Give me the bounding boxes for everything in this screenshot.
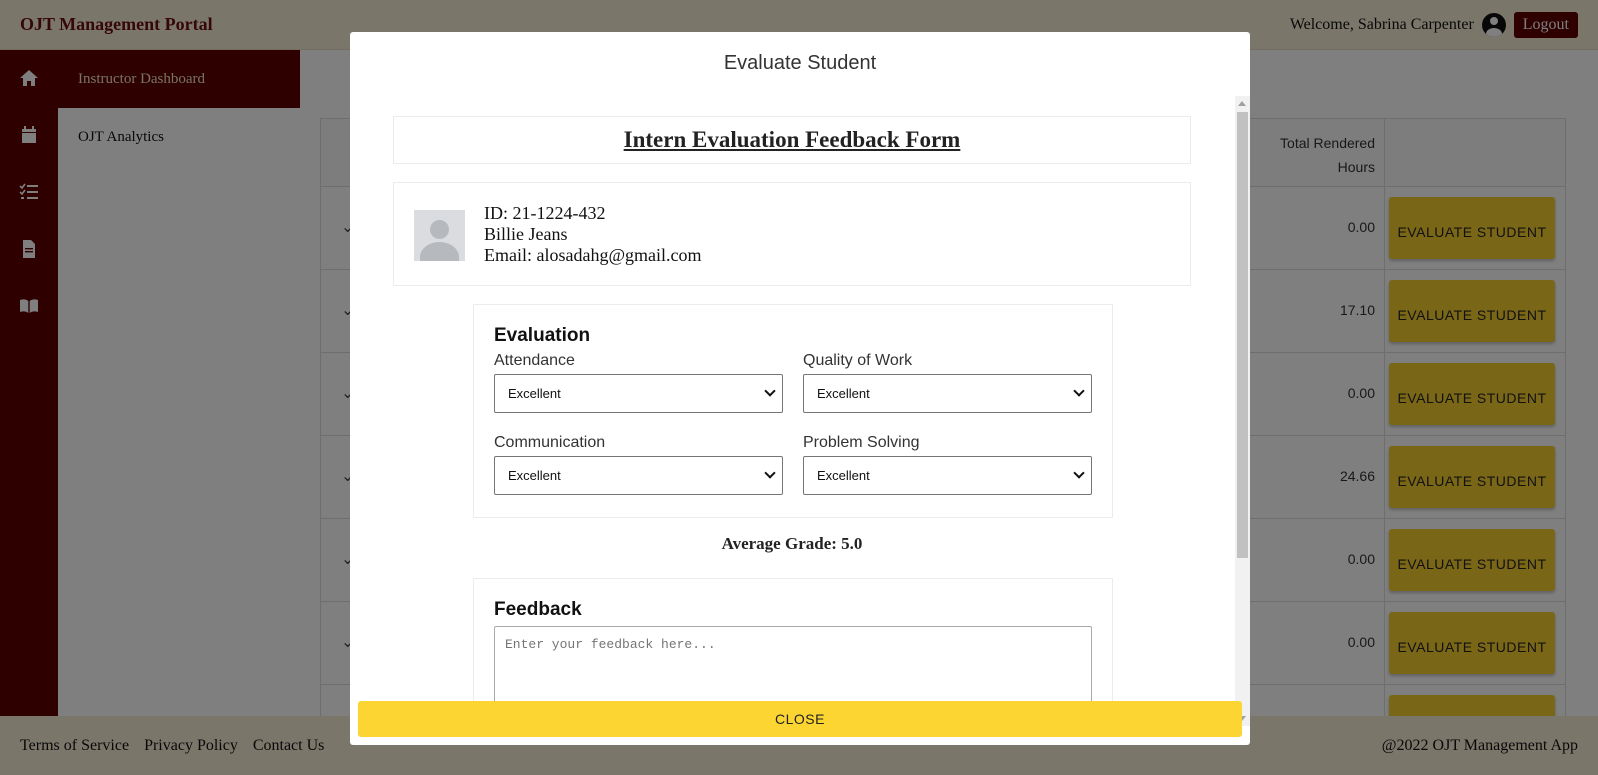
chevron-down-icon (1073, 467, 1085, 479)
chevron-down-icon (764, 467, 776, 479)
scroll-up-arrow-icon[interactable] (1238, 101, 1246, 106)
chevron-down-icon (764, 385, 776, 397)
problem-solving-label: Problem Solving (803, 434, 920, 451)
student-id: ID: 21-1224-432 (484, 203, 606, 223)
attendance-label: Attendance (494, 352, 575, 369)
evaluation-panel: Evaluation Attendance Excellent Quality … (473, 304, 1113, 518)
problem-solving-value: Excellent (817, 468, 870, 483)
communication-label: Communication (494, 434, 606, 451)
evaluation-heading: Evaluation (494, 325, 591, 346)
chevron-down-icon (1073, 385, 1085, 397)
attendance-value: Excellent (508, 386, 561, 401)
student-name: Billie Jeans (484, 224, 568, 244)
form-title: Intern Evaluation Feedback Form (393, 116, 1191, 164)
quality-of-work-select[interactable]: Excellent (803, 374, 1092, 413)
student-email: Email: alosadahg@gmail.com (484, 245, 702, 265)
scroll-thumb[interactable] (1237, 112, 1248, 558)
problem-solving-select[interactable]: Excellent (803, 456, 1092, 495)
student-info: ID: 21-1224-432 Billie Jeans Email: alos… (484, 203, 702, 266)
feedback-heading: Feedback (494, 599, 582, 620)
average-grade: Average Grade: 5.0 (721, 534, 863, 553)
quality-of-work-value: Excellent (817, 386, 870, 401)
modal-title: Evaluate Student (723, 52, 877, 74)
close-button[interactable]: CLOSE (358, 701, 1242, 737)
communication-value: Excellent (508, 468, 561, 483)
student-card: ID: 21-1224-432 Billie Jeans Email: alos… (393, 182, 1191, 286)
quality-of-work-label: Quality of Work (803, 352, 913, 369)
evaluate-student-modal: Evaluate Student Intern Evaluation Feedb… (350, 32, 1250, 745)
attendance-select[interactable]: Excellent (494, 374, 783, 413)
modal-body: Intern Evaluation Feedback Form ID: 21-1… (350, 96, 1235, 726)
student-avatar (414, 210, 465, 261)
communication-select[interactable]: Excellent (494, 456, 783, 495)
modal-scrollbar[interactable] (1235, 96, 1250, 726)
